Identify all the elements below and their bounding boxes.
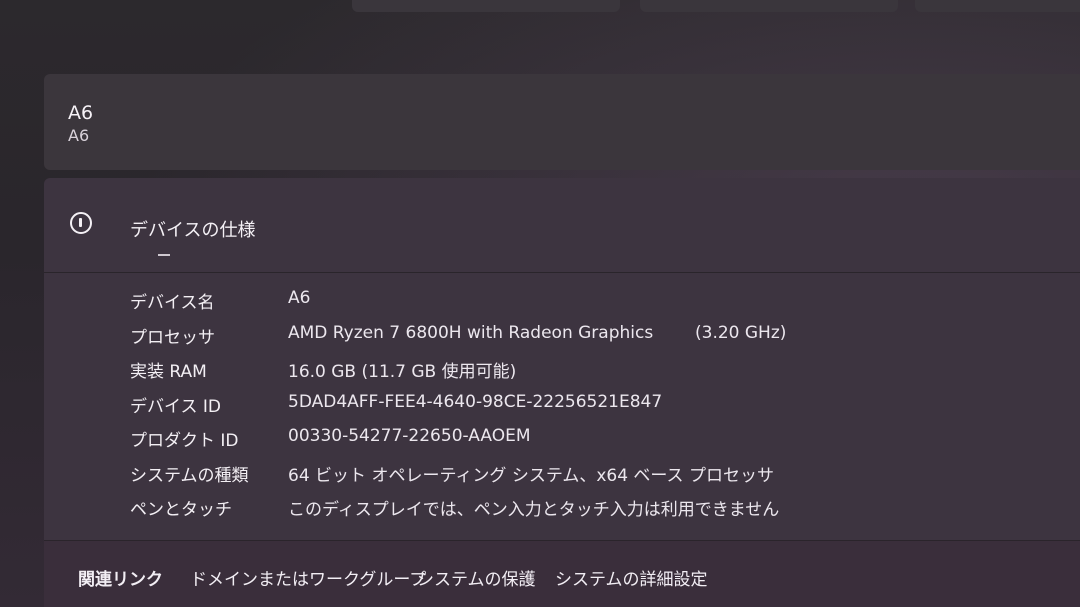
spec-label: デバイス ID [130, 396, 221, 417]
related-links-bar: 関連リンク ドメインまたはワークグループ システムの保護 システムの詳細設定 [44, 540, 1080, 607]
section-title: デバイスの仕様 [130, 220, 256, 241]
link-advanced-system-settings[interactable]: システムの詳細設定 [555, 565, 708, 590]
device-specifications-header[interactable]: デバイスの仕様 [44, 178, 1080, 273]
spec-label: プロダクト ID [130, 431, 239, 451]
spec-value: 5DAD4AFF-FEE4-4640-98CE-22256521E847 [288, 391, 663, 412]
spec-label: デバイス名 [130, 293, 215, 313]
spec-value: 16.0 GB (11.7 GB 使用可能) [288, 362, 517, 382]
top-tile[interactable] [640, 0, 898, 12]
spec-value: 64 ビット オペレーティング システム、x64 ベース プロセッサ [288, 465, 774, 486]
device-subtitle: A6 [68, 126, 90, 145]
device-name: A6 [68, 102, 94, 124]
device-name-card[interactable]: A6 A6 [44, 74, 1080, 170]
top-tile[interactable] [915, 0, 1080, 12]
spec-label: ペンとタッチ [130, 500, 232, 520]
spec-label: 実装 RAM [130, 362, 207, 382]
top-tile[interactable] [352, 0, 620, 12]
spec-label: プロセッサ [130, 327, 215, 348]
spec-value: このディスプレイでは、ペン入力とタッチ入力は利用できません [288, 500, 780, 520]
collapse-indicator-icon [158, 254, 170, 256]
related-links-label: 関連リンク [78, 570, 163, 590]
processor-speed: (3.20 GHz) [695, 322, 787, 343]
spec-value: A6 [288, 288, 311, 308]
spec-label: システムの種類 [130, 465, 249, 486]
spec-value: AMD Ryzen 7 6800H with Radeon Graphics [288, 322, 654, 343]
spec-value: 00330-54277-22650-AAOEM [288, 426, 531, 446]
link-domain-workgroup[interactable]: ドメインまたはワークグループ [190, 565, 426, 590]
info-icon [70, 212, 92, 234]
link-system-protection[interactable]: システムの保護 [417, 565, 536, 590]
